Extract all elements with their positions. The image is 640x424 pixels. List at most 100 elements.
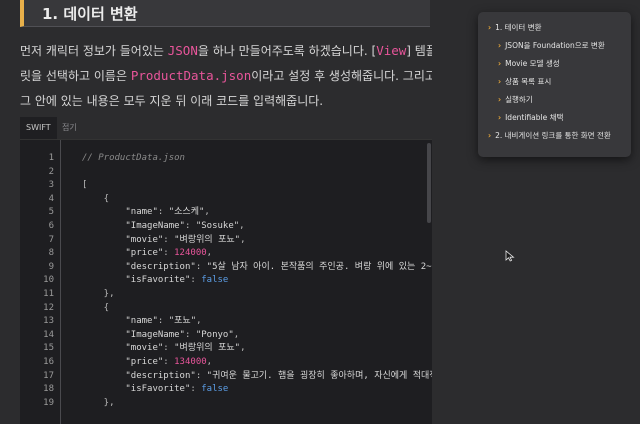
- tab-fold[interactable]: 접기: [56, 117, 83, 139]
- code-string: "포뇨": [168, 316, 197, 327]
- toc-item-label: 2. 내비게이션 링크를 통한 화면 전환: [495, 131, 611, 140]
- code-string: "description": [125, 261, 196, 272]
- code-text: ,: [196, 316, 202, 327]
- code-text: :: [190, 384, 202, 395]
- code-line: "price": 134000,: [62, 356, 212, 370]
- code-text: ,: [233, 329, 240, 340]
- line-number-gutter: 1 2 3 4 5 6 7 8 9 10 11 12 13 14 15 16 17 18 19: [20, 140, 61, 424]
- code-line: "movie": "벼랑위의 포뇨",: [62, 342, 246, 356]
- code-string: "벼랑위의 포뇨": [174, 343, 241, 354]
- line-number: 3: [48, 180, 54, 191]
- line-number: 8: [48, 248, 54, 259]
- paragraph-text: ] 템플: [406, 44, 432, 58]
- code-scrollbar[interactable]: [427, 143, 431, 223]
- code-line: "name": "포뇨",: [62, 315, 202, 329]
- chevron-right-icon: ›: [498, 95, 502, 104]
- code-line: },: [62, 397, 115, 411]
- toc-item[interactable]: › 2. 내비게이션 링크를 통한 화면 전환: [488, 130, 611, 141]
- code-string: "price": [125, 357, 164, 367]
- tab-swift[interactable]: SWIFT: [20, 117, 57, 139]
- line-number: 11: [43, 289, 54, 299]
- code-text: :: [163, 234, 175, 245]
- toc-item[interactable]: › 실행하기: [498, 94, 533, 105]
- line-number: 13: [43, 316, 54, 327]
- code-string: "Ponyo": [195, 329, 234, 340]
- toc-item[interactable]: › 1. 테이터 변환: [488, 22, 542, 33]
- code-string: "ImageName": [125, 221, 185, 231]
- toc-item-label: 실행하기: [505, 95, 533, 104]
- toc-item[interactable]: › Movie 모델 생성: [498, 58, 560, 69]
- code-text: [: [82, 180, 88, 191]
- code-text: :: [163, 248, 175, 259]
- code-line: // ProductData.json: [62, 152, 185, 166]
- code-line: "description": "5살 남자 아이. 본작품의 주인공. 벼랑 위…: [62, 261, 432, 275]
- paragraph-text: 이라고 설정 후 생성해줍니다. 그리고: [251, 69, 432, 83]
- code-line: {: [62, 302, 109, 316]
- code-string: "price": [125, 248, 164, 259]
- code-string: "name": [125, 207, 158, 218]
- paragraph-text: 그 안에 있는 내용은 모두 지운 뒤 이래 코드를 입력해줍니다.: [20, 94, 324, 108]
- line-number: 6: [48, 221, 54, 231]
- code-line: },: [62, 288, 115, 302]
- toc-item[interactable]: › JSON을 Foundation으로 변환: [498, 40, 605, 51]
- code-string: "벼랑위의 포뇨": [174, 234, 241, 245]
- code-line: "isFavorite": false: [62, 383, 228, 397]
- code-string: "movie": [125, 234, 164, 245]
- article: 1. 데이터 변환 먼저 캐릭터 정보가 들어있는 JSON을 하나 만들어주도…: [0, 0, 432, 424]
- code-string: "ImageName": [125, 329, 185, 340]
- line-number: 16: [43, 357, 54, 367]
- code-line: "price": 124000,: [62, 247, 212, 261]
- code-text: :: [195, 370, 207, 381]
- toc-item-label: Movie 모델 생성: [505, 59, 560, 68]
- toc-item-label: 상품 목록 표시: [505, 77, 552, 86]
- code-block: 1 2 3 4 5 6 7 8 9 10 11 12 13 14 15 16 17 18 19 // Product…: [20, 139, 432, 424]
- toc-item-label: 1. 테이터 변환: [495, 23, 542, 32]
- paragraph-text: 먼저 캐릭터 정보가 들어있는: [20, 44, 168, 58]
- chevron-right-icon: ›: [498, 77, 502, 86]
- line-number: 14: [43, 329, 54, 340]
- code-text: ,: [204, 207, 210, 218]
- code-text: :: [195, 261, 207, 272]
- code-string: "귀여운 물고기. 햄을 굉장히 좋아하며, 자신에게 적대적인 태도: [206, 370, 432, 381]
- chevron-right-icon: ›: [498, 59, 502, 68]
- code-text: ,: [240, 343, 246, 354]
- code-text: },: [82, 397, 115, 408]
- code-text: {: [82, 302, 110, 313]
- paragraph-text: 을 하나 만들어주도록 하겠습니다. [: [197, 44, 377, 58]
- inline-code: ProductData.json: [130, 68, 252, 83]
- line-number: 15: [43, 343, 54, 354]
- chevron-right-icon: ›: [488, 131, 492, 140]
- code-string: "소스케": [168, 207, 205, 218]
- line-number: 1: [48, 153, 54, 163]
- inline-code: View: [376, 43, 407, 58]
- line-number: 5: [48, 207, 54, 218]
- line-number: 17: [43, 370, 54, 381]
- paragraph-line: 먼저 캐릭터 정보가 들어있는 JSON을 하나 만들어주도록 하겠습니다. […: [20, 42, 432, 59]
- toc-item[interactable]: › Identifiable 채택: [498, 112, 563, 123]
- code-line: "movie": "벼랑위의 포뇨",: [62, 234, 246, 248]
- code-text: :: [190, 275, 202, 286]
- toc-item[interactable]: › 상품 목록 표시: [498, 76, 551, 87]
- chevron-right-icon: ›: [498, 41, 502, 50]
- code-keyword: false: [201, 275, 229, 286]
- code-string: "name": [125, 316, 158, 327]
- code-text: {: [82, 193, 110, 204]
- code-line: "ImageName": "Ponyo",: [62, 329, 239, 343]
- code-line: "isFavorite": false: [62, 274, 228, 288]
- code-text: ,: [239, 221, 245, 231]
- code-text: ,: [240, 234, 246, 245]
- line-number: 7: [48, 234, 54, 245]
- code-line: "description": "귀여운 물고기. 햄을 굉장히 좋아하며, 자신…: [62, 370, 432, 384]
- code-text: :: [157, 207, 169, 218]
- line-number: 2: [48, 166, 54, 177]
- inline-code: JSON: [167, 43, 198, 58]
- code-text: ,: [206, 357, 213, 367]
- code-text: :: [184, 221, 196, 231]
- code-comment: // ProductData.json: [82, 153, 185, 163]
